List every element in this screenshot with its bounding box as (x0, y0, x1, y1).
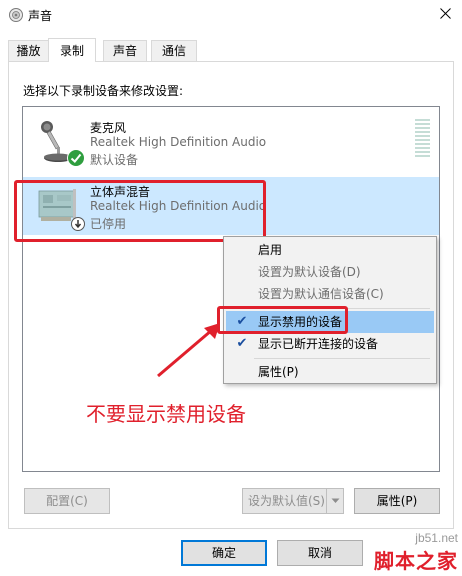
device-driver: Realtek High Definition Audio (90, 135, 267, 149)
menu-item-label: 显示已断开连接的设备 (258, 337, 379, 351)
watermark-url: jb51.net (415, 531, 458, 545)
menu-item-set-default-comm[interactable]: 设置为默认通信设备(C) (226, 283, 434, 305)
menu-item-label: 设置为默认设备(D) (258, 265, 361, 279)
menu-item-label: 启用 (258, 243, 283, 257)
configure-button[interactable]: 配置(C) (24, 488, 110, 514)
title-bar: 声音 (0, 0, 462, 30)
chevron-down-icon[interactable] (326, 489, 343, 513)
menu-item-show-disconnected[interactable]: ✔ 显示已断开连接的设备 (226, 333, 434, 355)
instruction-text: 选择以下录制设备来修改设置: (23, 84, 184, 98)
watermark-brand: 脚本之家 (374, 549, 458, 573)
speaker-icon (8, 7, 24, 23)
properties-button[interactable]: 属性(P) (354, 488, 440, 514)
menu-item-label: 属性(P) (258, 365, 299, 379)
device-status: 默认设备 (90, 153, 139, 167)
close-button[interactable] (428, 0, 462, 30)
device-name: 麦克风 (90, 121, 127, 135)
set-default-label: 设为默认值(S) (248, 494, 325, 508)
green-check-icon (67, 149, 85, 167)
device-item-microphone[interactable]: 麦克风 Realtek High Definition Audio 默认设备 (23, 113, 439, 171)
menu-separator (254, 358, 430, 359)
highlight-box-device (14, 180, 266, 242)
menu-item-properties[interactable]: 属性(P) (226, 361, 434, 383)
close-icon (439, 8, 451, 22)
window-title: 声音 (28, 9, 53, 23)
set-default-button[interactable]: 设为默认值(S) (242, 488, 344, 514)
highlight-box-menu-item (217, 306, 348, 334)
tab-communications[interactable]: 通信 (151, 40, 197, 61)
menu-item-label: 设置为默认通信设备(C) (258, 287, 384, 301)
tab-recording[interactable]: 录制 (48, 38, 96, 62)
cancel-button[interactable]: 取消 (277, 540, 363, 566)
checkmark-icon: ✔ (236, 336, 248, 351)
menu-item-set-default[interactable]: 设置为默认设备(D) (226, 261, 434, 283)
sound-dialog: 声音 播放 录制 声音 通信 选择以下录制设备来修改设置: 麦克风 Realte… (0, 0, 462, 576)
tab-sounds[interactable]: 声音 (103, 40, 147, 61)
menu-item-enable[interactable]: 启用 (226, 239, 434, 261)
arrow-icon (157, 323, 220, 378)
ok-button[interactable]: 确定 (181, 540, 267, 566)
tab-playback[interactable]: 播放 (8, 40, 49, 61)
watermark: jb51.net 脚本之家 (374, 531, 458, 574)
annotation-text: 不要显示禁用设备 (86, 402, 246, 426)
level-meter (415, 119, 430, 159)
